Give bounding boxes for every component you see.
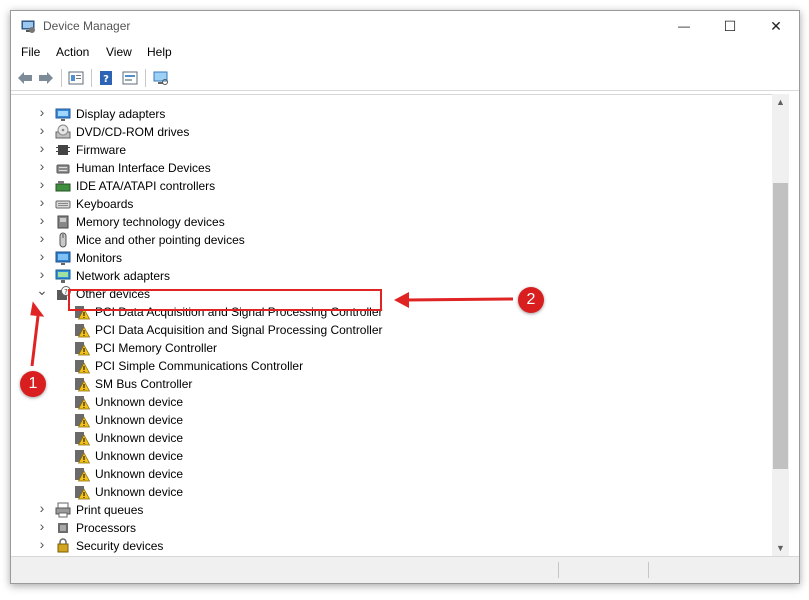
annotation-badge-1: 1 bbox=[20, 371, 46, 397]
arrow-1-head bbox=[30, 301, 45, 317]
arrow-2-line bbox=[405, 297, 514, 302]
arrow-1-line bbox=[30, 315, 40, 367]
annotation-badge-2: 2 bbox=[518, 287, 544, 313]
annotation-arrows bbox=[30, 292, 514, 367]
arrow-2-head bbox=[394, 292, 409, 308]
device-manager-window: Device Manager — ☐ ✕ File Action View He… bbox=[10, 10, 800, 584]
